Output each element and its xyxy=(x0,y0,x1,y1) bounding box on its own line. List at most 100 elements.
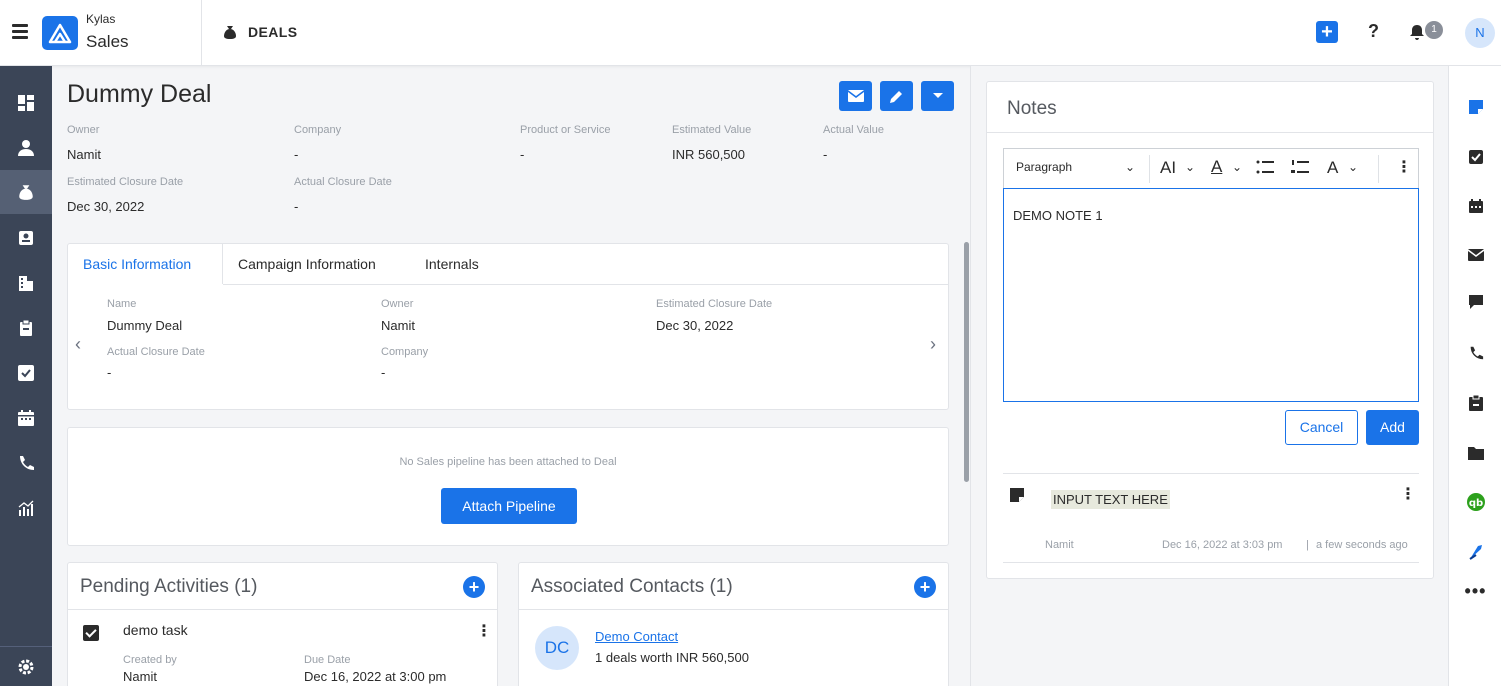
more-actions-button[interactable] xyxy=(921,81,954,111)
info-owner-value: Namit xyxy=(381,318,415,333)
info-est-closure-value: Dec 30, 2022 xyxy=(656,318,734,333)
chat-rail-icon[interactable] xyxy=(1449,287,1501,317)
more-icon[interactable]: ••• xyxy=(1449,576,1501,606)
quotes-icon[interactable] xyxy=(0,306,52,350)
folder-rail-icon[interactable] xyxy=(1449,438,1501,468)
email-icon xyxy=(847,90,864,102)
help-icon[interactable]: ? xyxy=(1368,21,1379,42)
quick-add-button[interactable]: + xyxy=(1316,21,1338,43)
caret-down-icon xyxy=(932,93,943,98)
chevron-down-icon[interactable]: ⌄ xyxy=(1348,160,1358,174)
add-note-button[interactable]: Add xyxy=(1366,410,1419,445)
note-editor[interactable]: DEMO NOTE 1 xyxy=(1003,188,1419,402)
integration-rail-icon[interactable] xyxy=(1449,537,1501,567)
module-label: DEALS xyxy=(248,24,298,40)
add-contact-button[interactable]: + xyxy=(914,576,936,598)
quotes-rail-icon[interactable] xyxy=(1449,388,1501,418)
font-color-icon[interactable]: A xyxy=(1211,157,1222,177)
bulleted-list-icon[interactable] xyxy=(1256,159,1274,178)
note-icon xyxy=(1009,487,1025,506)
tasks-icon[interactable] xyxy=(0,351,52,395)
tasks-rail-icon[interactable] xyxy=(1449,142,1501,172)
tab-internals[interactable]: Internals xyxy=(425,244,479,284)
deal-title: Dummy Deal xyxy=(67,80,212,108)
estimated-closure-value: Dec 30, 2022 xyxy=(67,199,145,214)
toolbar-separator xyxy=(1149,155,1150,183)
tab-basic-information[interactable]: Basic Information xyxy=(68,244,223,284)
toolbar-more-icon[interactable]: ⋮ xyxy=(1396,157,1412,177)
menu-icon[interactable] xyxy=(12,24,28,40)
chevron-down-icon[interactable]: ⌄ xyxy=(1232,160,1242,174)
email-rail-icon[interactable] xyxy=(1449,240,1501,270)
text-style-icon[interactable]: A xyxy=(1327,158,1338,178)
contact-avatar: DC xyxy=(535,626,579,670)
contact-name-link[interactable]: Demo Contact xyxy=(595,629,678,644)
estimated-closure-label: Estimated Closure Date xyxy=(67,176,184,188)
attach-pipeline-button[interactable]: Attach Pipeline xyxy=(441,488,577,524)
due-date-label: Due Date xyxy=(304,654,351,666)
pipeline-empty-message: No Sales pipeline has been attached to D… xyxy=(399,456,617,468)
associated-contacts-card: Associated Contacts (1) + DC Demo Contac… xyxy=(518,562,949,686)
calendar-rail-icon[interactable] xyxy=(1449,191,1501,221)
actual-value-value: - xyxy=(823,147,828,162)
note-author: Namit xyxy=(1045,539,1074,551)
leads-icon[interactable] xyxy=(0,216,52,260)
created-by-label: Created by xyxy=(123,654,177,666)
owner-value: Namit xyxy=(67,147,101,162)
info-actual-closure-label: Actual Closure Date xyxy=(107,346,205,358)
company-label: Company xyxy=(294,124,342,136)
left-sidebar xyxy=(0,66,52,686)
note-relative-time: a few seconds ago xyxy=(1316,539,1408,551)
phone-icon[interactable] xyxy=(0,441,52,485)
actual-closure-value: - xyxy=(294,199,299,214)
product-name: Sales xyxy=(86,32,129,51)
bell-icon[interactable] xyxy=(1408,23,1426,44)
quickbooks-icon[interactable]: qb xyxy=(1449,487,1501,517)
cancel-button[interactable]: Cancel xyxy=(1285,410,1358,445)
estimated-value-label: Estimated Value xyxy=(672,124,752,136)
companies-icon[interactable] xyxy=(0,261,52,305)
info-company-value: - xyxy=(381,365,386,380)
font-size-icon[interactable]: AI xyxy=(1160,158,1176,178)
company-value: - xyxy=(294,147,299,162)
notes-rail-icon[interactable] xyxy=(1449,92,1501,122)
toolbar-separator xyxy=(1378,155,1379,183)
product-value: - xyxy=(520,147,525,162)
deals-icon[interactable] xyxy=(0,170,52,214)
notes-panel: Notes Paragraph ⌄ AI ⌄ A ⌄ A ⌄ ⋮ DEMO NO… xyxy=(970,66,1448,686)
phone-rail-icon[interactable] xyxy=(1449,338,1501,368)
module-title: DEALS xyxy=(222,24,297,40)
editor-toolbar: Paragraph ⌄ AI ⌄ A ⌄ A ⌄ ⋮ xyxy=(1003,148,1419,188)
note-kebab-icon[interactable]: ⋮ xyxy=(1400,484,1416,504)
contacts-divider xyxy=(519,609,948,610)
email-button[interactable] xyxy=(839,81,872,111)
contact-summary: 1 deals worth INR 560,500 xyxy=(595,650,749,665)
chevron-right-icon[interactable]: › xyxy=(930,334,936,355)
product-label: Product or Service xyxy=(520,124,611,136)
numbered-list-icon[interactable] xyxy=(1291,159,1309,178)
info-actual-closure-value: - xyxy=(107,365,112,380)
chevron-left-icon[interactable]: ‹ xyxy=(75,334,81,355)
task-kebab-icon[interactable]: ⋮ xyxy=(476,621,492,641)
svg-text:qb: qb xyxy=(1468,498,1482,509)
calendar-icon[interactable] xyxy=(0,396,52,440)
contacts-icon[interactable] xyxy=(0,126,52,170)
kylas-logo[interactable] xyxy=(42,16,78,50)
task-checkbox[interactable] xyxy=(83,625,99,641)
edit-button[interactable] xyxy=(880,81,913,111)
add-activity-button[interactable]: + xyxy=(463,576,485,598)
info-company-label: Company xyxy=(381,346,429,358)
user-avatar[interactable]: N xyxy=(1465,18,1495,48)
task-name[interactable]: demo task xyxy=(123,622,188,638)
chevron-down-icon[interactable]: ⌄ xyxy=(1185,160,1195,174)
created-by-value: Namit xyxy=(123,669,157,684)
reports-icon[interactable] xyxy=(0,486,52,530)
header-divider xyxy=(201,0,202,66)
tab-underline xyxy=(223,284,949,285)
chevron-down-icon[interactable]: ⌄ xyxy=(1125,160,1135,174)
dashboard-icon[interactable] xyxy=(0,81,52,125)
settings-icon[interactable] xyxy=(0,646,52,686)
main-scrollbar[interactable] xyxy=(964,242,969,482)
paragraph-select[interactable]: Paragraph xyxy=(1016,160,1072,174)
tab-campaign-information[interactable]: Campaign Information xyxy=(238,244,376,284)
